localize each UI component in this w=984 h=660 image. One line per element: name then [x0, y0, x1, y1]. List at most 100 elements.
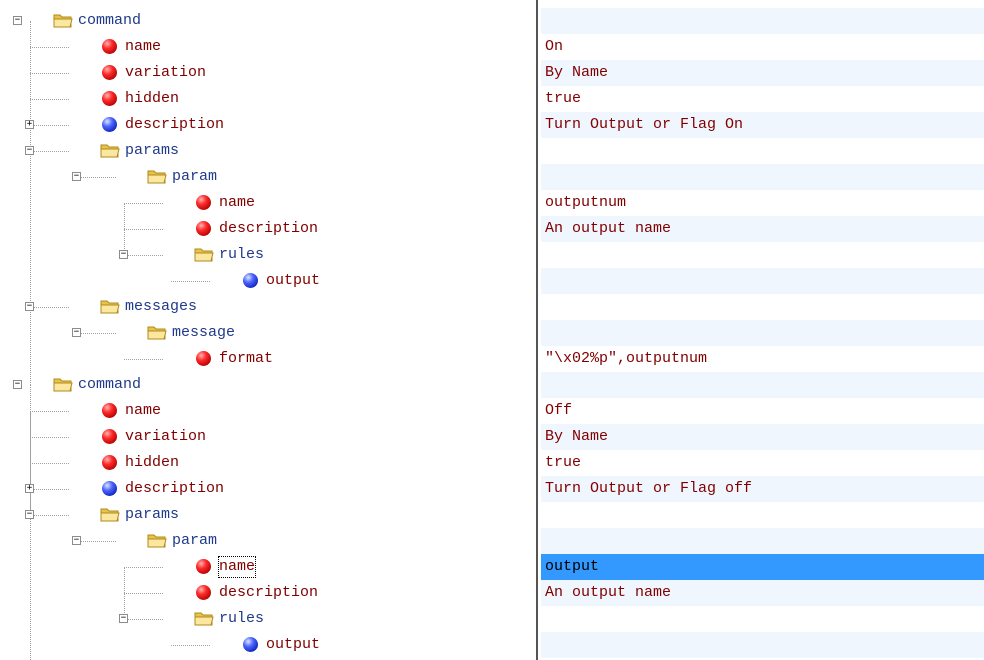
tree-connector-line — [124, 567, 125, 593]
value-cell[interactable] — [541, 606, 984, 632]
value-cell[interactable] — [541, 164, 984, 190]
blue-ball-icon — [102, 481, 117, 496]
tree-connector-line — [30, 411, 31, 437]
tree-node-label[interactable]: messages — [125, 297, 197, 317]
tree-node-label[interactable]: param — [172, 531, 217, 551]
folder-icon — [147, 325, 167, 340]
tree-node-label[interactable]: rules — [219, 245, 264, 265]
tree-node-label[interactable]: command — [78, 11, 141, 31]
tree-connector-line — [30, 437, 69, 438]
tree-connector-line — [124, 567, 163, 568]
value-cell[interactable]: "\x02%p",outputnum — [541, 346, 984, 372]
tree-node-label[interactable]: output — [266, 271, 320, 291]
folder-icon — [53, 13, 73, 28]
value-cell[interactable]: output — [541, 554, 984, 580]
expand-plus-icon[interactable]: + — [25, 120, 34, 129]
value-cell[interactable]: Turn Output or Flag off — [541, 476, 984, 502]
collapse-minus-icon[interactable]: − — [25, 302, 34, 311]
tree-view[interactable]: − command name variation hidden + description −… — [0, 0, 536, 660]
collapse-minus-icon[interactable]: − — [25, 510, 34, 519]
red-ball-icon — [196, 221, 211, 236]
value-cell[interactable]: On — [541, 34, 984, 60]
tree-connector-line — [30, 151, 31, 307]
tree-connector-line — [124, 593, 163, 594]
value-cell[interactable] — [541, 138, 984, 164]
value-cell[interactable] — [541, 502, 984, 528]
value-cell[interactable] — [541, 268, 984, 294]
expand-plus-icon[interactable]: + — [25, 484, 34, 493]
tree-connector-line — [77, 177, 116, 178]
red-ball-icon — [102, 65, 117, 80]
value-cell[interactable]: outputnum — [541, 190, 984, 216]
value-cell[interactable] — [541, 372, 984, 398]
tree-connector-line — [30, 73, 31, 99]
value-cell[interactable]: Off — [541, 398, 984, 424]
folder-icon — [100, 299, 120, 314]
tree-node-label[interactable]: params — [125, 141, 179, 161]
collapse-minus-icon[interactable]: − — [72, 536, 81, 545]
red-ball-icon — [196, 195, 211, 210]
value-cell[interactable]: Turn Output or Flag On — [541, 112, 984, 138]
tree-connector-line — [124, 229, 163, 230]
value-cell[interactable]: By Name — [541, 60, 984, 86]
tree-connector-line — [30, 99, 69, 100]
value-cell[interactable] — [541, 8, 984, 34]
tree-node-label[interactable]: name — [219, 193, 255, 213]
red-ball-icon — [196, 559, 211, 574]
value-cell[interactable] — [541, 294, 984, 320]
tree-connector-line — [30, 437, 31, 463]
collapse-minus-icon[interactable]: − — [119, 614, 128, 623]
collapse-minus-icon[interactable]: − — [13, 16, 22, 25]
tree-connector-line — [124, 203, 125, 229]
tree-node-label[interactable]: name — [217, 556, 257, 578]
tree-connector-line — [77, 541, 116, 542]
tree-connector-line — [171, 281, 210, 282]
tree-node-label[interactable]: params — [125, 505, 179, 525]
folder-icon — [194, 611, 214, 626]
tree-node-label[interactable]: variation — [125, 63, 206, 83]
red-ball-icon — [102, 455, 117, 470]
tree-node-label[interactable]: hidden — [125, 453, 179, 473]
value-cell[interactable] — [541, 242, 984, 268]
tree-connector-line — [30, 151, 69, 152]
tree-node-label[interactable]: output — [266, 635, 320, 655]
collapse-minus-icon[interactable]: − — [72, 172, 81, 181]
collapse-minus-icon[interactable]: − — [25, 146, 34, 155]
blue-ball-icon — [243, 273, 258, 288]
tree-connector-line — [30, 515, 69, 516]
tree-connector-line — [30, 73, 69, 74]
tree-node-label[interactable]: hidden — [125, 89, 179, 109]
blue-ball-icon — [102, 117, 117, 132]
tree-connector-line — [124, 255, 163, 256]
tree-connector-line — [124, 619, 163, 620]
collapse-minus-icon[interactable]: − — [119, 250, 128, 259]
collapse-minus-icon[interactable]: − — [72, 328, 81, 337]
value-cell[interactable] — [541, 528, 984, 554]
red-ball-icon — [102, 91, 117, 106]
tree-node-label[interactable]: description — [125, 479, 224, 499]
tree-node-label[interactable]: message — [172, 323, 235, 343]
tree-connector-line — [30, 125, 69, 126]
tree-node-label[interactable]: variation — [125, 427, 206, 447]
red-ball-icon — [102, 39, 117, 54]
tree-connector-line — [30, 47, 69, 48]
tree-node-label[interactable]: param — [172, 167, 217, 187]
tree-node-label[interactable]: name — [125, 401, 161, 421]
red-ball-icon — [102, 403, 117, 418]
value-column[interactable]: On By Name true Turn Output or Flag On outpu… — [541, 0, 984, 660]
value-cell[interactable]: By Name — [541, 424, 984, 450]
tree-node-label[interactable]: description — [219, 583, 318, 603]
value-cell[interactable] — [541, 320, 984, 346]
collapse-minus-icon[interactable]: − — [13, 380, 22, 389]
value-cell[interactable] — [541, 632, 984, 658]
tree-node-label[interactable]: format — [219, 349, 273, 369]
value-cell[interactable]: An output name — [541, 216, 984, 242]
tree-node-label[interactable]: name — [125, 37, 161, 57]
value-cell[interactable]: true — [541, 450, 984, 476]
tree-node-label[interactable]: command — [78, 375, 141, 395]
tree-node-label[interactable]: description — [219, 219, 318, 239]
tree-node-label[interactable]: rules — [219, 609, 264, 629]
tree-node-label[interactable]: description — [125, 115, 224, 135]
value-cell[interactable]: true — [541, 86, 984, 112]
value-cell[interactable]: An output name — [541, 580, 984, 606]
